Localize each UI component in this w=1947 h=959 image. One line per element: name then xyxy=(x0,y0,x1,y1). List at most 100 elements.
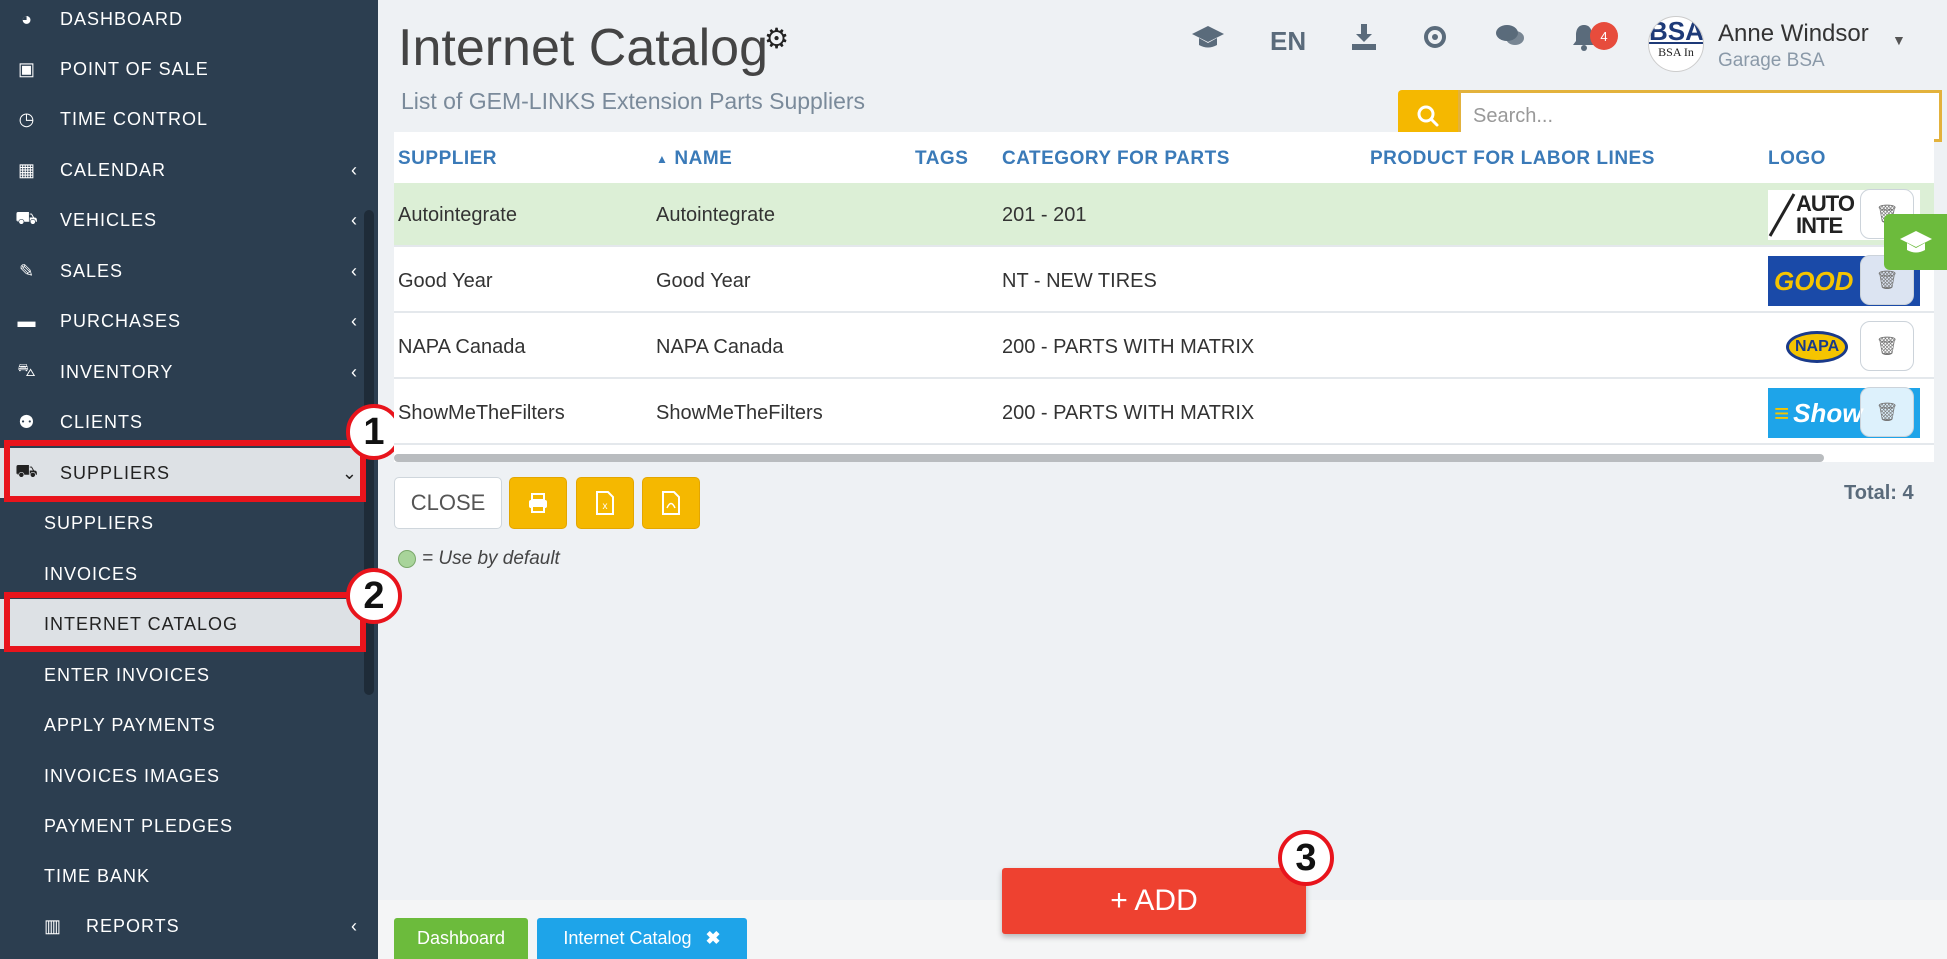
sidebar-item-time-control[interactable]: ◷ TIME CONTROL xyxy=(0,94,362,144)
trash-icon: 🗑 xyxy=(1875,335,1899,356)
export-excel-button[interactable]: x xyxy=(576,477,634,529)
trash-icon: 🗑 xyxy=(1875,401,1899,422)
sidebar-item-sales[interactable]: ✎ SALES ‹ xyxy=(0,246,362,296)
credit-card-icon: ▬ xyxy=(17,310,37,331)
sidebar-item-calendar[interactable]: ▦ CALENDAR ‹ xyxy=(0,145,362,195)
chevron-left-icon: ‹ xyxy=(351,915,358,936)
help-tab[interactable] xyxy=(1884,214,1947,270)
chevron-left-icon: ‹ xyxy=(351,209,358,230)
logo-text: GOOD xyxy=(1774,265,1854,296)
submenu-item-apply-payments[interactable]: APPLY PAYMENTS xyxy=(0,700,362,750)
cell-category: 200 - PARTS WITH MATRIX xyxy=(1002,401,1255,424)
total-count: Total: 4 xyxy=(1844,482,1914,504)
table-row[interactable]: Autointegrate Autointegrate 201 - 201 AU… xyxy=(394,183,1934,247)
print-icon xyxy=(529,493,547,513)
sidebar-item-point-of-sale[interactable]: ▣ POINT OF SALE xyxy=(0,44,362,94)
logo-stripes: ≡ xyxy=(1774,397,1790,428)
cell-supplier: Good Year xyxy=(398,269,493,292)
download-icon[interactable] xyxy=(1350,22,1378,59)
cell-supplier: NAPA Canada xyxy=(398,335,526,358)
logo-text: Show xyxy=(1793,397,1863,428)
logo-text: NAPA xyxy=(1786,331,1849,363)
sidebar-item-label: TIME CONTROL xyxy=(60,108,209,129)
cell-name: ShowMeTheFilters xyxy=(656,401,823,424)
cell-supplier: Autointegrate xyxy=(398,203,517,226)
cell-name: Autointegrate xyxy=(656,203,775,226)
svg-text:x: x xyxy=(603,501,608,512)
user-name[interactable]: Anne Windsor xyxy=(1718,20,1869,48)
print-button[interactable] xyxy=(509,477,567,529)
column-header-tags[interactable]: TAGS xyxy=(915,148,968,170)
car-icon: ⛟ xyxy=(15,208,39,228)
sidebar-item-label: PURCHASES xyxy=(60,310,182,331)
cell-category: NT - NEW TIRES xyxy=(1002,269,1157,292)
bar-chart-icon: ▥ xyxy=(43,915,62,936)
submenu-item-suppliers[interactable]: SUPPLIERS xyxy=(0,498,362,548)
page-title: Internet Catalog xyxy=(398,19,769,77)
page-subtitle: List of GEM-LINKS Extension Parts Suppli… xyxy=(401,88,866,114)
default-indicator-dot xyxy=(398,550,416,568)
add-button[interactable]: + ADD xyxy=(1002,868,1306,934)
avatar[interactable]: BSA BSA In xyxy=(1648,16,1704,72)
user-organization: Garage BSA xyxy=(1718,50,1825,71)
calendar-icon: ▦ xyxy=(17,159,36,180)
tachometer-icon: ◕ xyxy=(21,8,33,29)
export-pdf-button[interactable] xyxy=(642,477,700,529)
search-icon xyxy=(1417,105,1439,127)
column-header-product[interactable]: PRODUCT FOR LABOR LINES xyxy=(1370,148,1655,170)
annotation-highlight-suppliers xyxy=(4,440,366,502)
edit-icon: ✎ xyxy=(18,260,36,281)
delete-button[interactable]: 🗑 xyxy=(1860,321,1914,371)
avatar-logo-text: BSA xyxy=(1649,16,1704,46)
column-header-supplier[interactable]: SUPPLIER xyxy=(398,148,497,170)
chat-icon[interactable] xyxy=(1494,22,1526,57)
graduation-cap-icon xyxy=(1899,231,1932,253)
table-row[interactable]: ShowMeTheFilters ShowMeTheFilters 200 - … xyxy=(394,381,1934,445)
chevron-left-icon: ‹ xyxy=(351,159,358,180)
cell-name: NAPA Canada xyxy=(656,335,784,358)
column-header-label: NAME xyxy=(674,148,733,169)
close-button[interactable]: CLOSE xyxy=(394,477,502,529)
settings-cog-icon[interactable] xyxy=(1420,22,1450,59)
bottom-tab-internet-catalog[interactable]: Internet Catalog ✖ xyxy=(537,918,747,959)
table-horizontal-scrollbar[interactable] xyxy=(394,454,1824,462)
sidebar-item-reports[interactable]: ▥ REPORTS ‹ xyxy=(0,901,362,951)
default-legend: = Use by default xyxy=(422,548,560,569)
money-icon: ▣ xyxy=(17,58,36,79)
clock-icon: ◷ xyxy=(18,108,36,129)
graduation-cap-icon[interactable] xyxy=(1190,22,1226,59)
pdf-file-icon xyxy=(662,491,680,515)
users-icon: ⚉ xyxy=(18,411,36,432)
submenu-item-payment-pledges[interactable]: PAYMENT PLEDGES xyxy=(0,801,362,851)
sidebar-item-inventory[interactable]: ⛍ INVENTORY ‹ xyxy=(0,347,362,397)
submenu-item-enter-invoices[interactable]: ENTER INVOICES xyxy=(0,650,362,700)
language-selector[interactable]: EN xyxy=(1270,26,1306,57)
delete-button[interactable]: 🗑 xyxy=(1860,387,1914,437)
annotation-step-2: 2 xyxy=(346,568,402,624)
cart-icon: ⛍ xyxy=(17,360,37,380)
trash-icon: 🗑 xyxy=(1875,269,1899,290)
table-row[interactable]: Good Year Good Year NT - NEW TIRES GOOD … xyxy=(394,249,1934,313)
column-header-name[interactable]: ▲ NAME xyxy=(656,148,732,170)
submenu-item-invoices-images[interactable]: INVOICES IMAGES xyxy=(0,751,362,801)
submenu-item-time-bank[interactable]: TIME BANK xyxy=(0,851,362,901)
bottom-tab-dashboard[interactable]: Dashboard xyxy=(394,918,528,959)
sidebar-item-dashboard[interactable]: ◕ DASHBOARD xyxy=(0,0,362,44)
sidebar-item-label: POINT OF SALE xyxy=(60,58,209,79)
tab-label: Internet Catalog xyxy=(563,928,692,948)
gear-icon[interactable]: ⚙ xyxy=(764,22,789,55)
sidebar-item-purchases[interactable]: ▬ PURCHASES ‹ xyxy=(0,296,362,346)
column-header-category[interactable]: CATEGORY FOR PARTS xyxy=(1002,148,1230,170)
column-header-logo[interactable]: LOGO xyxy=(1768,148,1826,170)
sidebar-item-label: VEHICLES xyxy=(60,209,158,230)
cell-supplier: ShowMeTheFilters xyxy=(398,401,565,424)
sidebar-item-vehicles[interactable]: ⛟ VEHICLES ‹ xyxy=(0,195,362,245)
annotation-step-3: 3 xyxy=(1278,830,1334,886)
close-icon[interactable]: ✖ xyxy=(706,928,721,949)
chevron-left-icon: ‹ xyxy=(351,310,358,331)
avatar-logo-subtext: BSA In xyxy=(1658,45,1694,59)
sidebar-item-label: CALENDAR xyxy=(60,159,167,180)
table-row[interactable]: NAPA Canada NAPA Canada 200 - PARTS WITH… xyxy=(394,315,1934,379)
caret-down-icon[interactable]: ▼ xyxy=(1892,32,1906,48)
sidebar-item-label: REPORTS xyxy=(86,915,180,936)
